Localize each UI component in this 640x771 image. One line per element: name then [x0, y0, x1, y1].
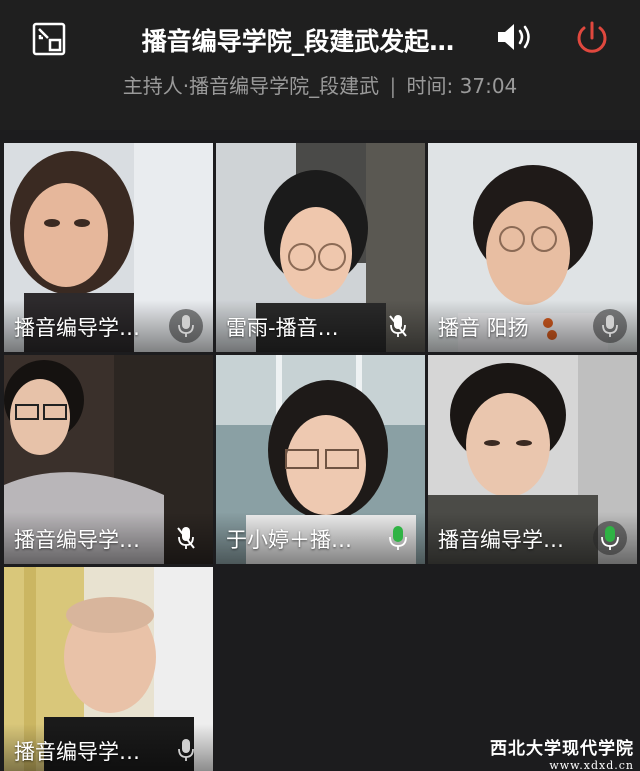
participant-tile[interactable]: 播音编导学… [4, 355, 213, 564]
participant-tile[interactable]: 雷雨-播音… [216, 143, 425, 352]
microphone-active-icon[interactable] [381, 521, 415, 555]
participant-tile[interactable]: 播音 阳扬 [428, 143, 637, 352]
participant-name: 播音编导学… [14, 740, 140, 764]
watermark: 西北大学现代学院 www.xdxd.cn [484, 734, 634, 771]
subtitle-separator: | [389, 74, 397, 98]
participant-tile[interactable]: 播音编导学… [428, 355, 637, 564]
meeting-subtitle: 主持人·播音编导学院_段建武 | 时间: 37:04 [0, 70, 640, 99]
microphone-icon[interactable] [169, 733, 203, 767]
meeting-title: 播音编导学院_段建武发起… [141, 27, 455, 56]
meeting-top-bar: 播音编导学院_段建武发起… 主持人·播音编导学院_段建武 | 时间: 37:04 [0, 0, 640, 130]
participant-tile[interactable]: 播音编导学… [4, 567, 213, 771]
participant-name: 雷雨-播音… [226, 316, 339, 340]
speaker-volume-icon[interactable] [494, 19, 538, 55]
minimize-window-icon[interactable] [30, 20, 68, 58]
watermark-text: 西北大学现代学院 [490, 739, 634, 759]
participant-name: 播音编导学… [14, 528, 140, 552]
watermark-url: www.xdxd.cn [549, 759, 634, 771]
participant-name: 播音编导学… [438, 528, 564, 552]
meeting-time: 时间: 37:04 [406, 74, 518, 98]
participant-name: 播音编导学… [14, 316, 140, 340]
participant-tile[interactable]: 播音编导学… [4, 143, 213, 352]
participant-tile[interactable]: 于小婷＋播… [216, 355, 425, 564]
microphone-active-icon[interactable] [593, 521, 627, 555]
participant-video-grid: 播音编导学… 雷雨-播音… 播音 阳扬 播音编导学… 于小婷＋播… 播音编导学…… [0, 130, 640, 771]
microphone-muted-icon[interactable] [381, 309, 415, 343]
power-end-meeting-icon[interactable] [572, 18, 612, 58]
participant-name: 于小婷＋播… [226, 528, 352, 552]
microphone-icon[interactable] [593, 309, 627, 343]
microphone-icon[interactable] [169, 309, 203, 343]
host-info: 主持人·播音编导学院_段建武 [122, 74, 380, 98]
microphone-muted-icon[interactable] [169, 521, 203, 555]
participant-name: 播音 阳扬 [438, 316, 529, 340]
